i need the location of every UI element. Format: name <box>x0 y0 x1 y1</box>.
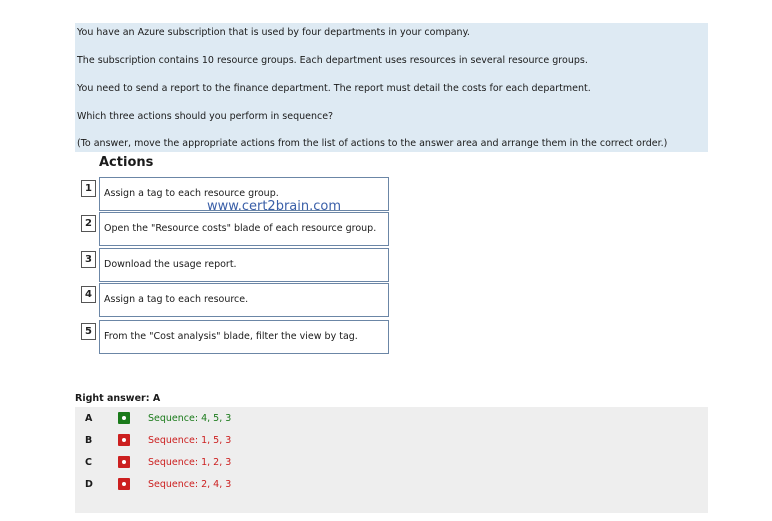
option-letter: D <box>85 479 93 490</box>
action-text: Download the usage report. <box>104 259 237 270</box>
question-text-line: The subscription contains 10 resource gr… <box>77 55 588 66</box>
answer-option-d[interactable]: D Sequence: 2, 4, 3 <box>75 475 708 497</box>
action-item-2[interactable]: 2 Open the "Resource costs" blade of eac… <box>81 212 389 246</box>
watermark-text: www.cert2brain.com <box>207 199 342 214</box>
option-text: Sequence: 1, 5, 3 <box>148 435 232 446</box>
action-number: 2 <box>81 215 96 232</box>
action-box[interactable]: From the "Cost analysis" blade, filter t… <box>99 320 389 354</box>
option-letter: B <box>85 435 93 446</box>
action-number: 4 <box>81 286 96 303</box>
answer-options-panel: A Sequence: 4, 5, 3 B Sequence: 1, 5, 3 … <box>75 407 708 513</box>
action-number: 5 <box>81 323 96 340</box>
right-answer-label: Right answer: A <box>75 393 161 404</box>
actions-heading: Actions <box>99 155 154 170</box>
action-box[interactable]: Open the "Resource costs" blade of each … <box>99 212 389 246</box>
incorrect-mark-icon <box>118 434 130 446</box>
option-text: Sequence: 2, 4, 3 <box>148 479 232 490</box>
action-text: Assign a tag to each resource group. <box>104 188 279 199</box>
action-box[interactable]: Assign a tag to each resource. <box>99 283 389 317</box>
option-letter: A <box>85 413 93 424</box>
question-panel: You have an Azure subscription that is u… <box>75 23 708 152</box>
action-number: 1 <box>81 180 96 197</box>
action-item-5[interactable]: 5 From the "Cost analysis" blade, filter… <box>81 320 389 354</box>
option-text: Sequence: 4, 5, 3 <box>148 413 232 424</box>
question-text-line: You have an Azure subscription that is u… <box>77 27 470 38</box>
question-text-line: Which three actions should you perform i… <box>77 111 334 122</box>
action-box[interactable]: Download the usage report. <box>99 248 389 282</box>
answer-option-b[interactable]: B Sequence: 1, 5, 3 <box>75 431 708 453</box>
action-text: Open the "Resource costs" blade of each … <box>104 223 377 234</box>
question-text-line: You need to send a report to the finance… <box>77 83 591 94</box>
answer-option-c[interactable]: C Sequence: 1, 2, 3 <box>75 453 708 475</box>
action-number: 3 <box>81 251 96 268</box>
question-text-line: (To answer, move the appropriate actions… <box>77 138 668 149</box>
incorrect-mark-icon <box>118 456 130 468</box>
option-text: Sequence: 1, 2, 3 <box>148 457 232 468</box>
action-text: From the "Cost analysis" blade, filter t… <box>104 331 358 342</box>
answer-option-a[interactable]: A Sequence: 4, 5, 3 <box>75 409 708 431</box>
action-item-3[interactable]: 3 Download the usage report. <box>81 248 389 282</box>
action-item-4[interactable]: 4 Assign a tag to each resource. <box>81 283 389 317</box>
action-text: Assign a tag to each resource. <box>104 294 249 305</box>
incorrect-mark-icon <box>118 478 130 490</box>
correct-check-icon <box>118 412 130 424</box>
option-letter: C <box>85 457 92 468</box>
